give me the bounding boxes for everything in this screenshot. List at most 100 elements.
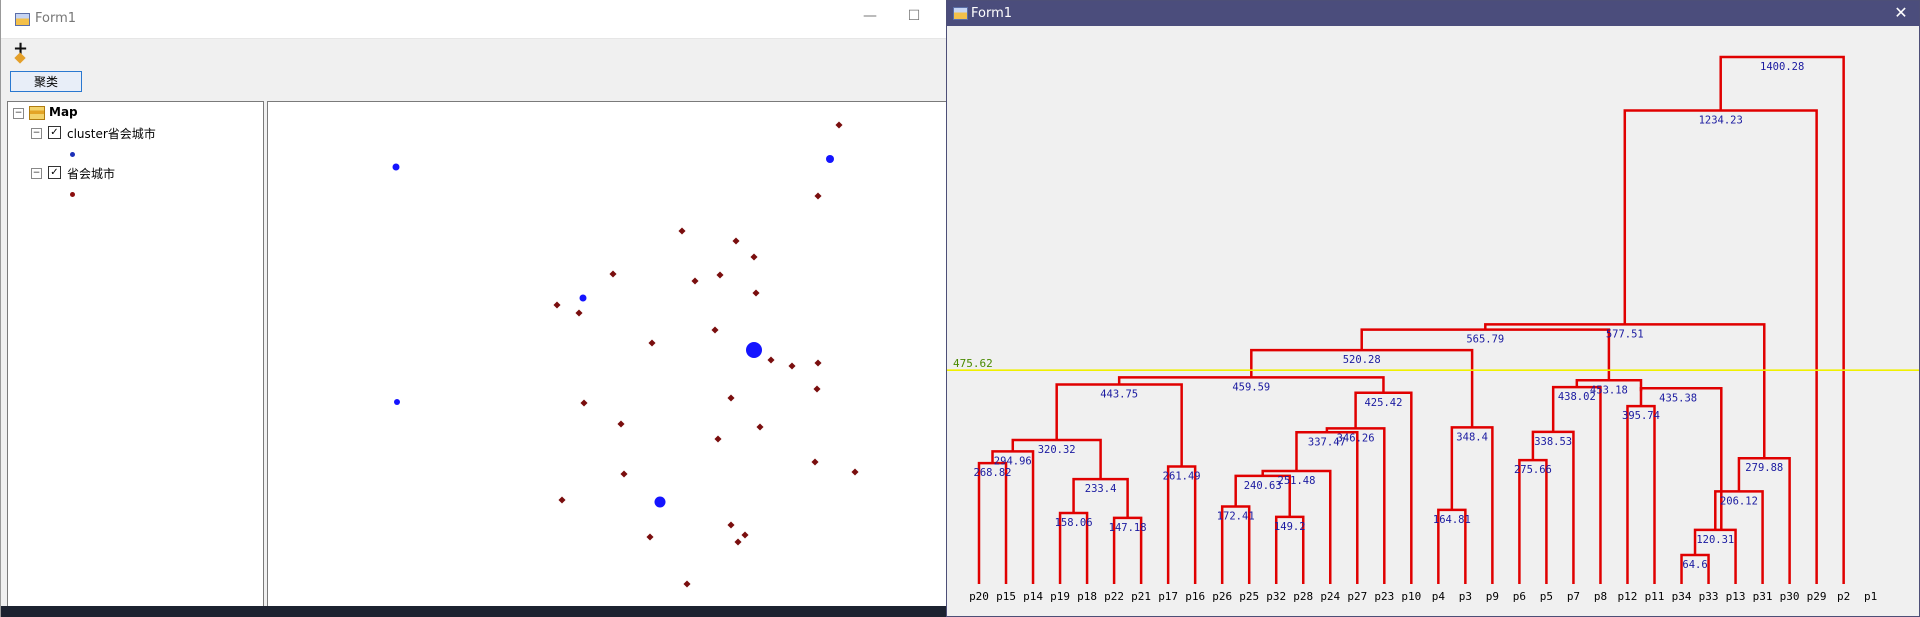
dendrogram-canvas: 268.82294.96 158.06 147.18 233.4 320.32 261.4…: [947, 55, 1919, 603]
taskbar: [1, 606, 951, 617]
city-point: [727, 521, 735, 529]
layer-label[interactable]: cluster省会城市: [67, 125, 156, 142]
close-button[interactable]: ✕: [1891, 3, 1911, 22]
merge-distance-label: 251.48: [1278, 475, 1316, 487]
city-point: [648, 339, 656, 347]
cluster-point: [654, 496, 666, 508]
city-point: [620, 470, 628, 478]
dendrogram-link: [1166, 465, 1197, 584]
leaf-label: p3: [1459, 590, 1472, 603]
dendrogram-link: [1531, 430, 1575, 584]
city-point: [851, 468, 859, 476]
layer-visibility-checkbox[interactable]: ✓: [48, 166, 61, 179]
merge-distance-label: 520.28: [1343, 354, 1381, 366]
merge-distance-label: 1400.28: [1760, 61, 1804, 73]
merge-distance-label: 443.75: [1100, 389, 1138, 401]
dendrogram-link: [1737, 456, 1791, 584]
main-window: Form1 — ☐ + 聚类 − Map − ✓ cluster省会城市 − ✓…: [0, 0, 953, 617]
merge-distance-label: 348.4: [1456, 431, 1488, 443]
city-point: [727, 394, 735, 402]
map-root-label[interactable]: Map: [49, 105, 78, 119]
leaf-label: p5: [1540, 590, 1553, 603]
merge-distance-label: 261.49: [1163, 470, 1201, 482]
merge-distance-label: 279.88: [1745, 462, 1783, 474]
merge-distance-label: 172.41: [1217, 511, 1255, 523]
leaf-label: p14: [1023, 590, 1043, 603]
leaf-label: p29: [1807, 590, 1827, 603]
merge-distance-label: 577.51: [1606, 328, 1644, 340]
city-point: [756, 423, 764, 431]
app-icon: [953, 7, 968, 20]
merge-distance-label: 453.18: [1590, 384, 1628, 396]
leaf-label: p17: [1158, 590, 1178, 603]
maximize-button[interactable]: ☐: [897, 8, 931, 24]
minimize-button[interactable]: —: [853, 8, 887, 24]
leaf-label: p31: [1753, 590, 1773, 603]
merge-distance-label: 64.6: [1682, 559, 1707, 571]
dendrogram-link: [1450, 426, 1494, 584]
merge-distance-label: 565.79: [1466, 334, 1504, 346]
merge-distance-label: 206.12: [1720, 495, 1758, 507]
add-data-button[interactable]: +: [11, 38, 33, 64]
dendrogram-link: [1295, 431, 1359, 584]
city-point: [811, 458, 819, 466]
layer-visibility-checkbox[interactable]: ✓: [48, 126, 61, 139]
city-point: [678, 227, 686, 235]
city-point: [558, 496, 566, 504]
city-point: [814, 359, 822, 367]
leaf-label: p33: [1699, 590, 1719, 603]
city-point: [835, 121, 843, 129]
leaf-label: p12: [1618, 590, 1638, 603]
cluster-button[interactable]: 聚类: [10, 71, 82, 92]
map-canvas[interactable]: [268, 102, 952, 610]
leaf-label: p27: [1347, 590, 1367, 603]
leaf-label: p1: [1864, 590, 1877, 603]
merge-distance-label: 158.06: [1055, 517, 1093, 529]
city-point: [575, 309, 583, 317]
merge-distance-label: 425.42: [1364, 397, 1402, 409]
collapse-map-toggle[interactable]: −: [13, 108, 24, 119]
leaf-label: p23: [1374, 590, 1394, 603]
merge-distance-label: 164.81: [1433, 514, 1471, 526]
table-of-contents: − Map − ✓ cluster省会城市 − ✓ 省会城市: [7, 101, 264, 611]
leaf-label: p26: [1212, 590, 1232, 603]
cluster-symbol-icon: [70, 152, 75, 157]
leaf-label: p21: [1131, 590, 1151, 603]
merge-distance-label: 320.32: [1038, 444, 1076, 456]
leaf-label: p4: [1432, 590, 1446, 603]
city-point: [580, 399, 588, 407]
merge-distance-label: 120.31: [1696, 534, 1734, 546]
leaf-label: p25: [1239, 590, 1259, 603]
title-bar: Form1 — ☐: [1, 0, 951, 39]
leaf-label: p22: [1104, 590, 1124, 603]
leaf-label: p18: [1077, 590, 1097, 603]
collapse-layer-toggle[interactable]: −: [31, 168, 42, 179]
leaf-label: p34: [1672, 590, 1692, 603]
layer-label[interactable]: 省会城市: [67, 165, 115, 182]
leaf-label: p9: [1486, 590, 1499, 603]
leaf-label: p20: [969, 590, 989, 603]
merge-distance-label: 149.2: [1274, 521, 1306, 533]
cluster-point: [392, 163, 400, 171]
leaf-label: p16: [1185, 590, 1205, 603]
app-icon: [15, 13, 30, 26]
city-point: [683, 580, 691, 588]
merge-distance-label: 338.53: [1534, 436, 1572, 448]
city-point: [691, 277, 699, 285]
leaf-label: p30: [1780, 590, 1800, 603]
merge-distance-label: 395.74: [1622, 410, 1660, 422]
dendrogram-link: [1626, 404, 1656, 584]
collapse-layer-toggle[interactable]: −: [31, 128, 42, 139]
city-point: [752, 289, 760, 297]
cluster-point: [826, 155, 834, 163]
threshold-label: 475.62: [953, 357, 993, 370]
leaf-label: p6: [1513, 590, 1526, 603]
city-point: [714, 435, 722, 443]
map-view[interactable]: [267, 101, 953, 611]
merge-distance-label: 1234.23: [1699, 114, 1743, 126]
city-symbol-icon: [70, 192, 75, 197]
merge-distance-label: 346.26: [1337, 432, 1375, 444]
dendrogram-link: [1518, 458, 1548, 584]
cluster-point: [394, 399, 400, 405]
city-point: [553, 301, 561, 309]
